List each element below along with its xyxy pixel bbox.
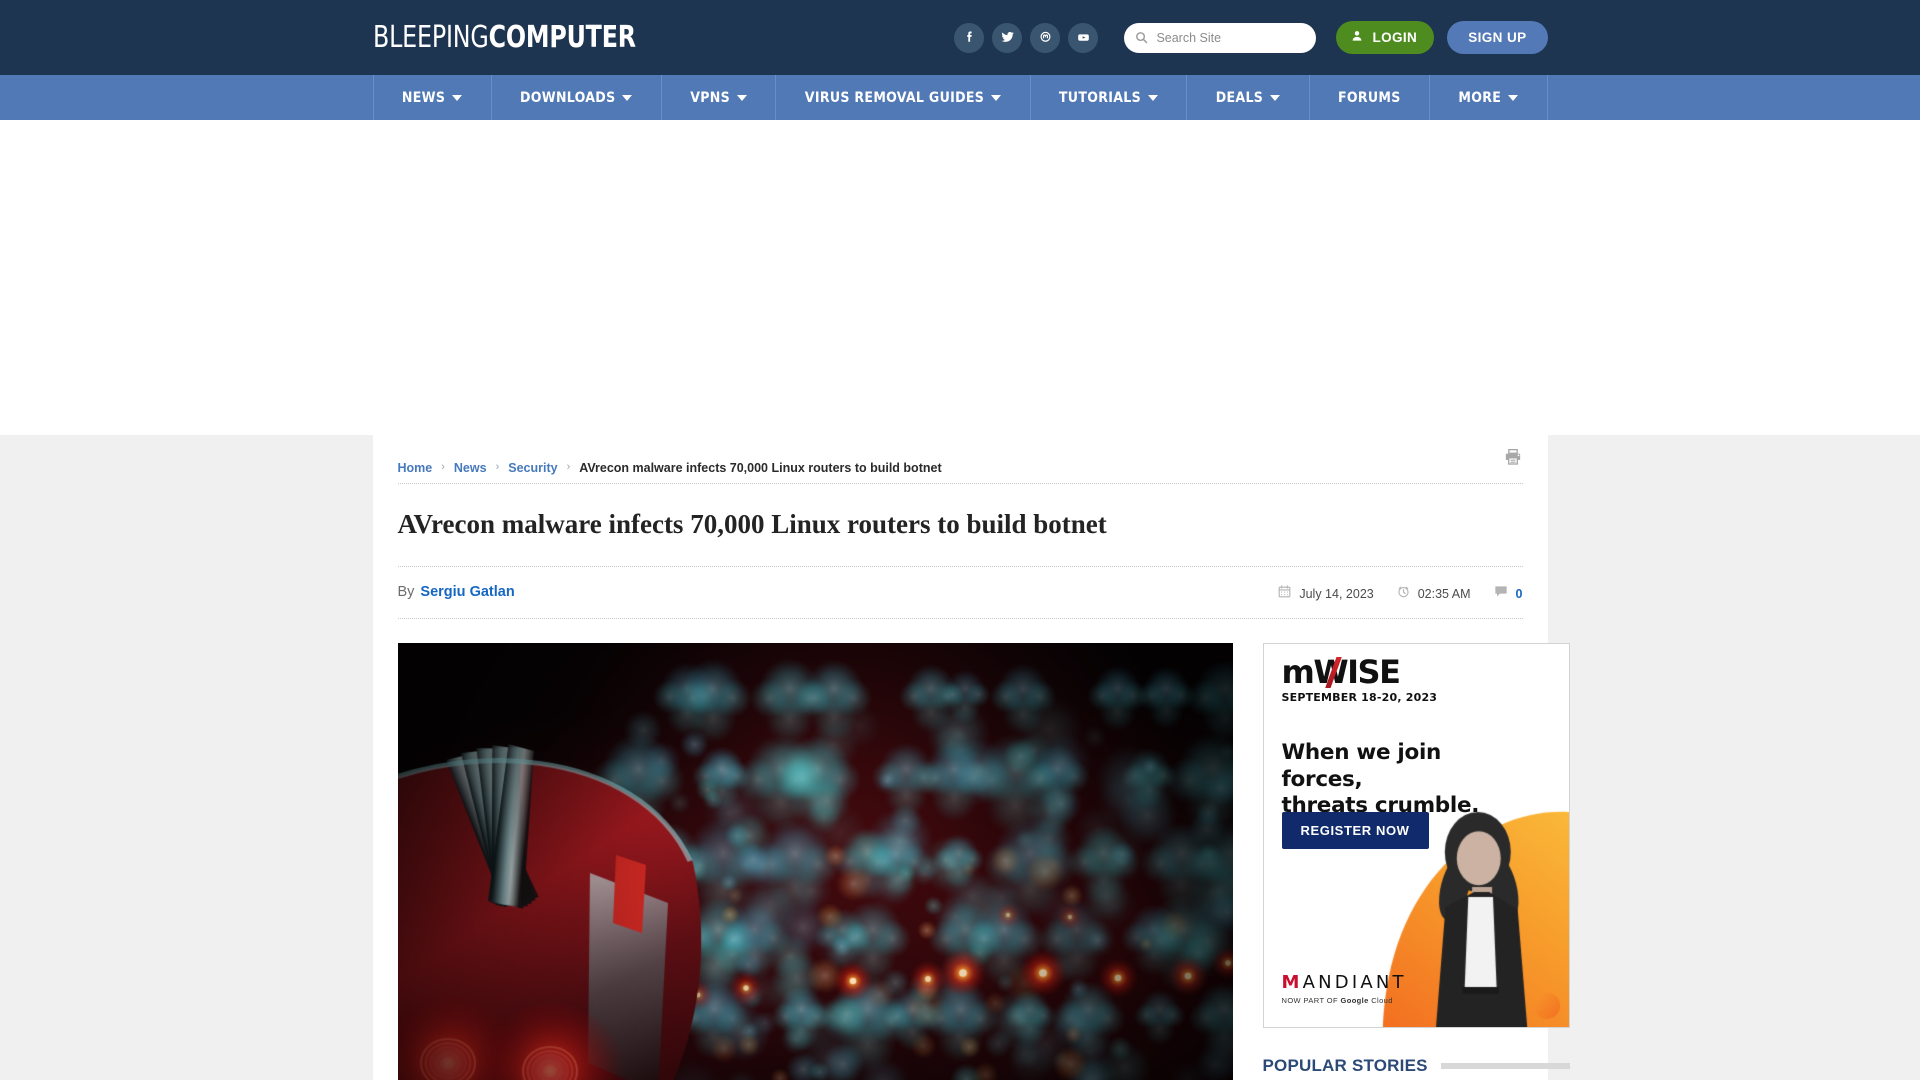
mandiant-tagline-suffix: Cloud: [1371, 996, 1393, 1006]
popular-stories-title: POPULAR STORIES: [1262, 1056, 1428, 1076]
mandiant-tagline-brand: Google: [1340, 996, 1369, 1006]
breadcrumb-item-news[interactable]: News: [454, 461, 487, 475]
search-input[interactable]: [1156, 30, 1307, 45]
chevron-down-icon: [452, 94, 463, 101]
breadcrumb-separator: ›: [566, 460, 571, 473]
chevron-down-icon: [991, 94, 1002, 101]
youtube-icon[interactable]: [1068, 22, 1099, 53]
sidebar: mWISE SEPTEMBER 18-20, 2023 When we join…: [1262, 643, 1570, 1080]
article-hero-image: [397, 643, 1233, 1080]
logo-text-bold: COMPUTER: [488, 20, 636, 55]
nav-item-virus-removal-guides[interactable]: VIRUS REMOVAL GUIDES: [776, 75, 1031, 120]
breadcrumb-separator: ›: [495, 460, 500, 473]
nav-item-forums[interactable]: FORUMS: [1310, 75, 1430, 120]
mwise-date-range: SEPTEMBER 18-20, 2023: [1281, 691, 1438, 705]
search-box[interactable]: [1124, 22, 1317, 53]
ad-headline-line1: When we join forces,: [1281, 740, 1442, 792]
comment-count[interactable]: 0: [1493, 583, 1523, 604]
site-logo[interactable]: BLEEPINGCOMPUTER: [373, 20, 636, 55]
nav-item-label: TUTORIALS: [1058, 89, 1141, 106]
facebook-icon[interactable]: [954, 22, 985, 53]
publish-time-text: 02:35 AM: [1417, 586, 1471, 601]
nav-item-vpns[interactable]: VPNS: [662, 75, 777, 120]
mandiant-tagline: NOW PART OF Google Cloud: [1282, 996, 1407, 1005]
nav-item-label: DEALS: [1215, 89, 1264, 106]
chevron-down-icon: [622, 94, 633, 101]
nav-item-label: DOWNLOADS: [520, 89, 616, 106]
breadcrumb-separator: ›: [441, 460, 445, 473]
breadcrumb-item-current: AVrecon malware infects 70,000 Linux rou…: [579, 460, 942, 475]
author-link[interactable]: Sergiu Gatlan: [420, 584, 514, 600]
printer-icon[interactable]: [1503, 447, 1523, 472]
nav-item-tutorials[interactable]: TUTORIALS: [1031, 75, 1188, 120]
login-button-label: LOGIN: [1372, 30, 1418, 45]
breadcrumb-item-home[interactable]: Home: [398, 461, 433, 475]
page-title: AVrecon malware infects 70,000 Linux rou…: [397, 509, 1107, 539]
register-now-button[interactable]: REGISTER NOW: [1281, 812, 1429, 850]
mandiant-logo: MANDIANT NOW PART OF Google Cloud: [1281, 972, 1407, 1006]
nav-item-news[interactable]: NEWS: [374, 75, 492, 120]
mandiant-name: ANDIANT: [1302, 972, 1407, 994]
signup-button-label: SIGN UP: [1468, 30, 1527, 45]
top-ad-slot: [0, 120, 1920, 435]
publish-date-text: July 14, 2023: [1299, 586, 1374, 601]
calendar-icon: [1277, 584, 1292, 604]
by-label: By: [397, 584, 415, 601]
content-container: Home › News › Security › AVrecon malware infec…: [372, 435, 1570, 1080]
comment-icon: [1493, 583, 1509, 604]
nav-item-label: NEWS: [401, 89, 446, 106]
mastodon-icon[interactable]: [1030, 22, 1061, 53]
site-header: BLEEPINGCOMPUTER Search Site LOGIN SIGN …: [0, 0, 1920, 75]
login-button[interactable]: LOGIN: [1336, 21, 1435, 54]
user-icon: [1350, 29, 1364, 46]
breadcrumb-item-security[interactable]: Security: [508, 461, 557, 475]
breadcrumb: Home › News › Security › AVrecon malware infec…: [373, 435, 1548, 483]
nav-item-label: FORUMS: [1337, 89, 1401, 106]
article-byline: By Sergiu Gatlan July 14, 2023 02:35 AM …: [373, 567, 1548, 618]
search-icon: [1134, 30, 1149, 45]
hero-canvas: [397, 643, 1233, 1080]
mwise-logo: mWISE SEPTEMBER 18-20, 2023: [1282, 656, 1438, 704]
popular-stories-rule: [1440, 1063, 1570, 1070]
clock-icon: [1396, 584, 1411, 604]
article-meta: July 14, 2023 02:35 AM 0: [1277, 583, 1523, 604]
nav-item-label: VPNS: [690, 89, 731, 106]
main-navigation: NEWS DOWNLOADS VPNS VIRUS REMOVAL GUIDES TUT…: [0, 75, 1920, 120]
chevron-down-icon: [737, 94, 748, 101]
mandiant-tagline-prefix: NOW PART OF: [1281, 996, 1338, 1006]
divider-byline: [397, 618, 1523, 620]
ad-headline: When we join forces, threats crumble.: [1282, 740, 1522, 819]
publish-time: 02:35 AM: [1396, 584, 1471, 604]
social-links: [954, 22, 1099, 53]
comment-count-text: 0: [1515, 586, 1523, 601]
chevron-down-icon: [1508, 94, 1519, 101]
publish-date: July 14, 2023: [1277, 584, 1374, 604]
nav-item-more[interactable]: MORE: [1430, 75, 1547, 120]
twitter-icon[interactable]: [992, 22, 1023, 53]
nav-item-label: VIRUS REMOVAL GUIDES: [804, 89, 985, 106]
nav-item-downloads[interactable]: DOWNLOADS: [492, 75, 662, 120]
chevron-down-icon: [1270, 94, 1281, 101]
logo-text-light: BLEEPING: [372, 20, 489, 55]
chevron-down-icon: [1147, 94, 1158, 101]
nav-item-label: MORE: [1458, 89, 1502, 106]
popular-stories-header: POPULAR STORIES: [1263, 1056, 1570, 1076]
sidebar-ad-mwise[interactable]: mWISE SEPTEMBER 18-20, 2023 When we join…: [1262, 643, 1570, 1029]
signup-button[interactable]: SIGN UP: [1447, 21, 1548, 54]
nav-item-deals[interactable]: DEALS: [1187, 75, 1310, 120]
